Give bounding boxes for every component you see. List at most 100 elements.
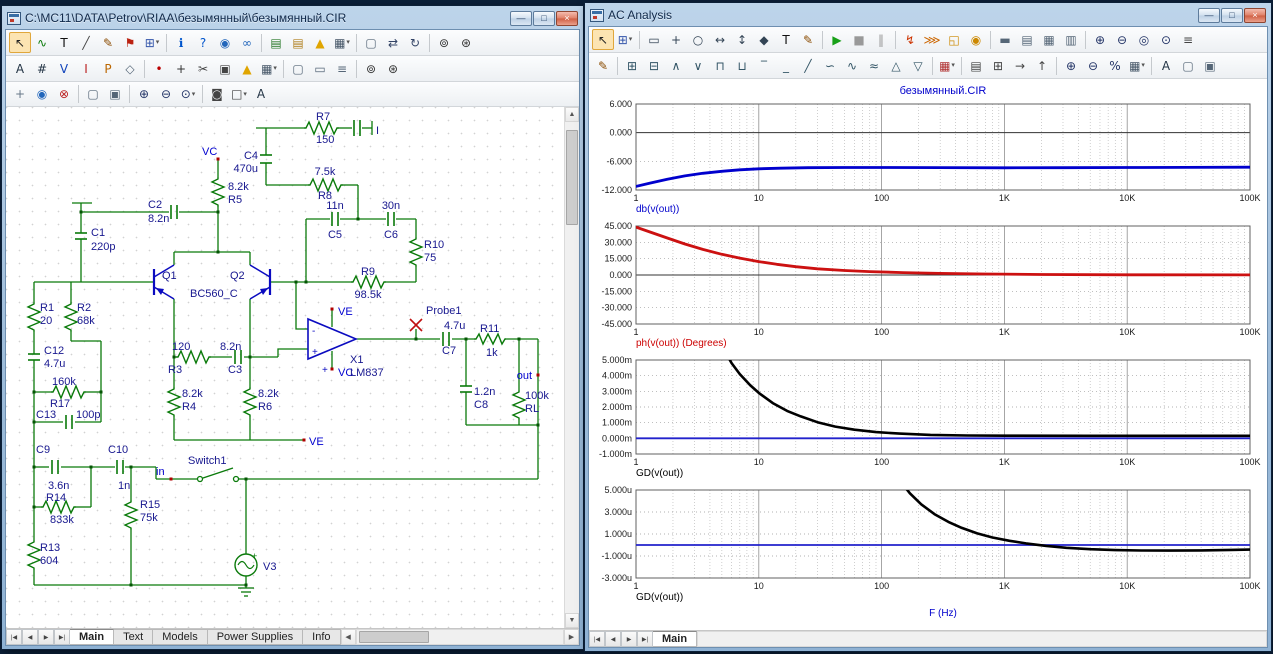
sch-label-c1v[interactable]: 220p [91,241,115,253]
waveform-label[interactable]: GD(v(out)) [636,468,683,479]
region-disable-icon[interactable]: ▤ [287,32,309,53]
nav-first-button[interactable]: |◀ [6,629,22,645]
pan-tool-icon[interactable]: + [9,84,31,105]
sch-label-vplus[interactable]: + [252,551,257,561]
tab-main[interactable]: Main [653,631,697,647]
condition-display-icon[interactable]: ◇ [119,58,141,79]
global-low-icon[interactable]: ▽ [907,55,929,76]
sch-label-q1[interactable]: Q1 [162,270,177,282]
zoom-in-icon[interactable]: ⊕ [1060,55,1082,76]
sch-label-r10[interactable]: R10 [424,239,444,251]
vertical-scroll-thumb[interactable] [566,130,578,225]
sch-label-c4[interactable]: C4 [244,150,258,162]
global-high-icon[interactable]: △ [885,55,907,76]
sch-label-r15v[interactable]: 75k [140,512,158,524]
curve-gd-v-out-[interactable] [900,480,1251,550]
sch-label-c6[interactable]: C6 [384,229,398,241]
nav-prev-button[interactable]: ◀ [605,631,621,647]
sch-label-ve_op[interactable]: VE [338,306,353,318]
inflection-marker-icon[interactable]: ∽ [819,55,841,76]
search-next-icon[interactable]: ⊛ [382,58,404,79]
sch-label-r6v[interactable]: 8.2k [258,388,279,400]
sch-label-c9v[interactable]: 3.6n [48,480,69,492]
info-mode-icon[interactable]: ℹ [170,32,192,53]
nav-first-button[interactable]: |◀ [589,631,605,647]
sch-label-plus[interactable]: + [312,347,318,358]
sch-label-r6[interactable]: R6 [258,401,272,413]
sch-label-rlv[interactable]: 100k [525,390,549,402]
minimize-button[interactable]: — [510,11,532,26]
schematic-canvas[interactable]: VC8.2kR5C28.2nC1220pR7150IC4470u7.5kR811… [6,107,564,628]
panel-single-icon[interactable]: ▬ [994,29,1016,50]
sch-label-q2[interactable]: Q2 [230,270,245,282]
numeric-output-icon[interactable]: ▤ [965,55,987,76]
add-page-icon[interactable]: ▢ [287,58,309,79]
sch-label-c8[interactable]: C8 [474,399,488,411]
sch-label-c13v[interactable]: 100p [76,409,100,421]
stepping-icon[interactable]: ⋙ [921,29,943,50]
sch-label-r13v[interactable]: 604 [40,555,58,567]
pencil-tool-icon[interactable]: ✎ [97,32,119,53]
optimizer-icon[interactable]: ◱ [943,29,965,50]
help-mode-icon[interactable]: ? [192,32,214,53]
zoom-out-icon[interactable]: ⊖ [155,84,177,105]
grid-toggle-icon[interactable]: ▦▾ [331,32,353,53]
font-tool-icon[interactable]: A [250,84,272,105]
sch-label-r4[interactable]: R4 [182,401,196,413]
sch-label-r1v[interactable]: 20 [40,315,52,327]
sch-label-r14[interactable]: R14 [46,492,66,504]
sch-label-c6v[interactable]: 30n [382,200,400,212]
tab-power-supplies[interactable]: Power Supplies [208,629,303,645]
wave-analog-icon[interactable]: ∿ [841,55,863,76]
stop-button-icon[interactable]: ■ [848,29,870,50]
sch-label-plus2[interactable]: + [322,365,328,376]
waveform-label[interactable]: GD(v(out)) [636,592,683,603]
crosshair-icon[interactable]: + [170,58,192,79]
sch-label-sw[interactable]: Switch1 [188,455,227,467]
point-tag-icon[interactable]: ○ [687,29,709,50]
plot-properties-icon[interactable]: ✎ [592,55,614,76]
sch-label-c9[interactable]: C9 [36,444,50,456]
find-next-icon[interactable]: ⊛ [455,32,477,53]
waveform-label[interactable]: db(v(out)) [636,204,679,215]
sch-label-ip[interactable]: I [376,125,379,137]
sch-label-c1[interactable]: C1 [91,227,105,239]
scale-mode-icon[interactable]: ▭ [643,29,665,50]
power-display-icon[interactable]: P [97,58,119,79]
page-list-icon[interactable]: ▢ [1177,55,1199,76]
curve-ph-v-out-[interactable] [636,227,1250,275]
nav-next-button[interactable]: ▶ [38,629,54,645]
select-box-icon[interactable]: □▾ [228,84,250,105]
sch-label-r10v[interactable]: 75 [424,252,436,264]
sch-label-r3v[interactable]: 120 [172,341,190,353]
sch-label-c3[interactable]: C3 [228,364,242,376]
warning-display-icon[interactable]: ▲ [236,58,258,79]
sch-label-c2v[interactable]: 8.2n [148,213,169,225]
sch-label-r11[interactable]: R11 [480,323,499,335]
close-button[interactable]: × [1244,8,1266,23]
font-tool-icon[interactable]: A [1155,55,1177,76]
sch-label-r9v[interactable]: 98.5k [355,289,382,301]
tab-info[interactable]: Info [303,629,340,645]
grid-options-icon[interactable]: ▦▾ [1126,55,1148,76]
flip-horizontal-icon[interactable]: ⇄ [382,32,404,53]
sch-label-v3[interactable]: V3 [263,561,276,573]
tab-models[interactable]: Models [153,629,207,645]
sch-label-c12v[interactable]: 4.7u [44,358,65,370]
top-marker-icon[interactable]: ‾ [753,55,775,76]
horizontal-tag-icon[interactable]: ↔ [709,29,731,50]
sch-label-out[interactable]: out [517,370,532,382]
flag-tool-icon[interactable]: ⚑ [119,32,141,53]
nav-last-button[interactable]: ▶| [54,629,70,645]
close-button[interactable]: × [556,11,578,26]
sch-label-in[interactable]: in [156,466,165,478]
high-marker-icon[interactable]: ⊓ [709,55,731,76]
align-objects-icon[interactable]: ≡ [331,58,353,79]
sch-label-r7v[interactable]: 150 [316,134,334,146]
zoom-percent-icon[interactable]: % [1104,55,1126,76]
peak-marker-icon[interactable]: ∧ [665,55,687,76]
zoom-scale-icon[interactable]: ⊙▾ [177,84,199,105]
scroll-down-button[interactable]: ▼ [565,613,579,628]
zoom-region-icon[interactable]: ◎ [1133,29,1155,50]
delete-waveform-icon[interactable]: ⊟ [643,55,665,76]
